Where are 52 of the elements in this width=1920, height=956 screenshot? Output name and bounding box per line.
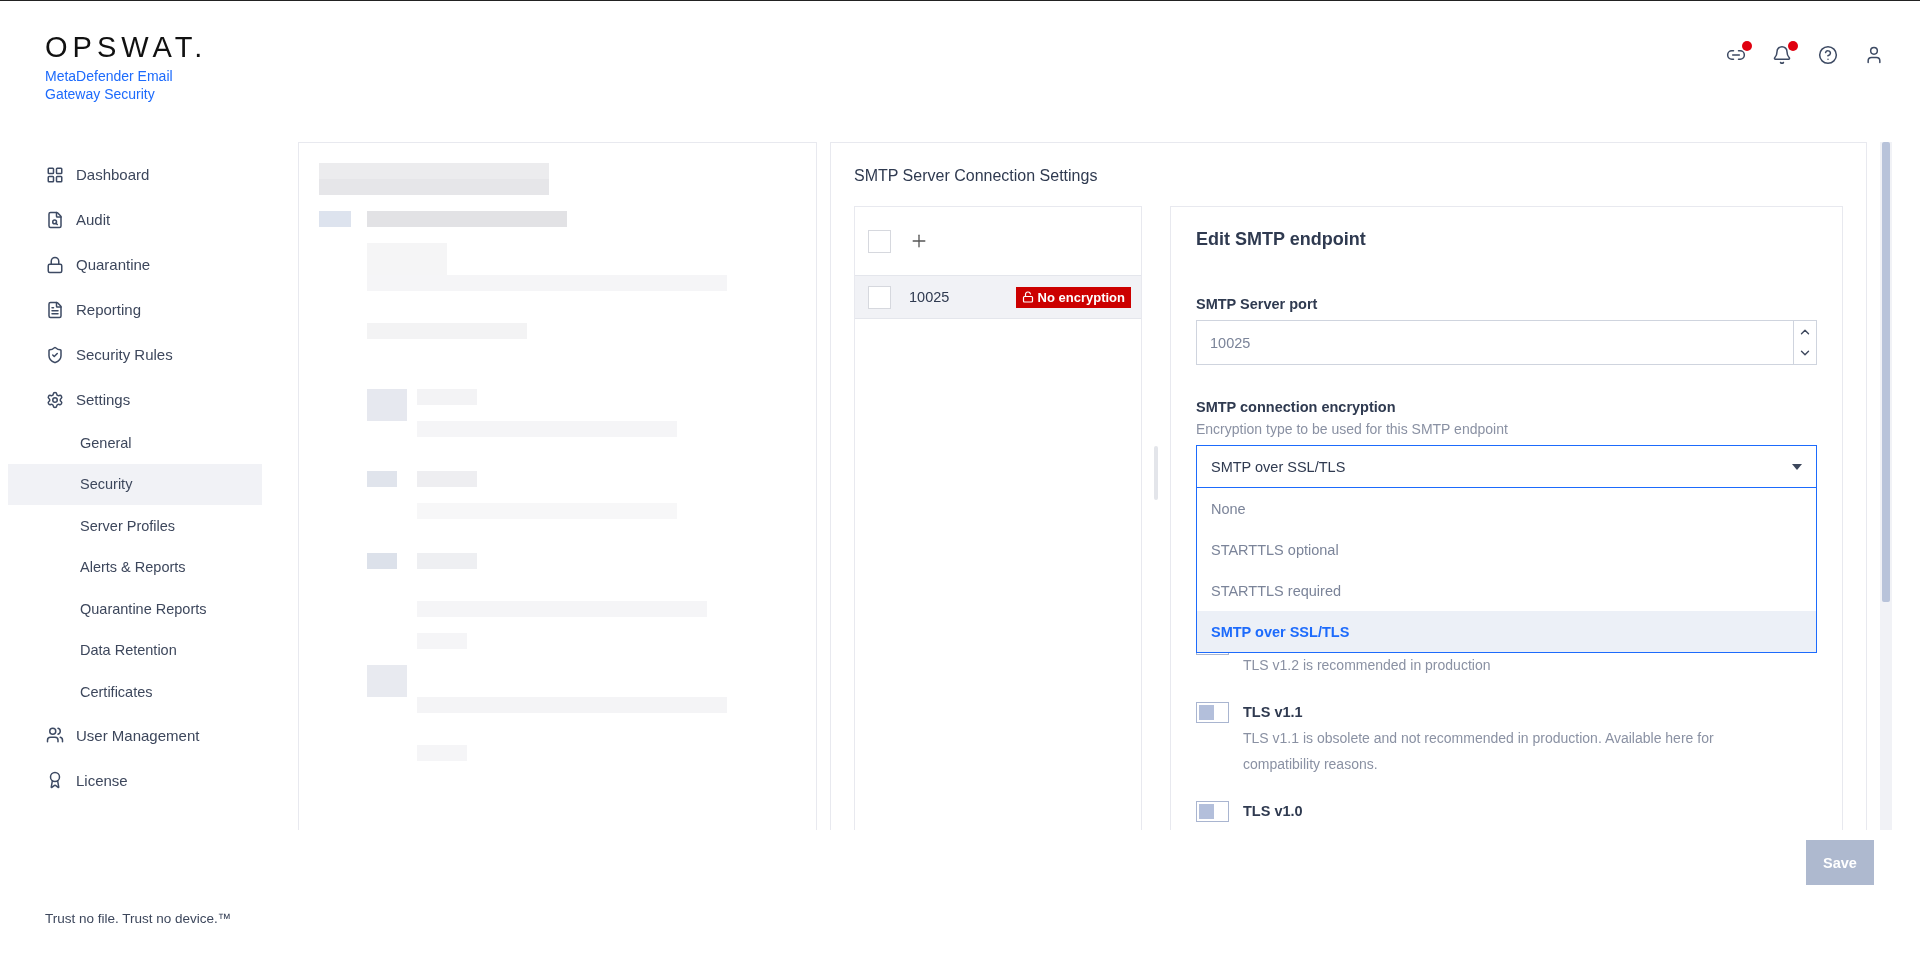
- field-hint: Encryption type to be used for this SMTP endpoint: [1196, 421, 1509, 437]
- port-number: 10025: [909, 289, 951, 305]
- sidebar-subitem[interactable]: Certificates: [8, 671, 262, 713]
- select-all-checkbox[interactable]: [868, 229, 891, 253]
- sidebar-item[interactable]: User Management: [8, 712, 270, 758]
- dropdown-option[interactable]: SMTP over SSL/TLS: [1197, 611, 1816, 652]
- logo: OPSWAT.: [45, 31, 205, 63]
- option-description: TLS v1.2 is recommended in production: [1243, 656, 1491, 675]
- grid-icon: [46, 165, 64, 184]
- shield-check-icon: [46, 345, 64, 364]
- notification-dot: [1742, 41, 1752, 51]
- help-button[interactable]: [1816, 43, 1840, 67]
- user-icon: [1864, 45, 1884, 65]
- bell-icon: [1772, 45, 1792, 65]
- document-icon: [46, 300, 64, 319]
- sidebar-subitem[interactable]: Quarantine Reports: [8, 588, 262, 630]
- row-checkbox[interactable]: [868, 285, 891, 309]
- document-search-icon: [46, 210, 64, 229]
- sidebar-item[interactable]: Quarantine: [8, 242, 270, 287]
- product-name: MetaDefender Email Gateway Security: [45, 67, 174, 103]
- users-icon: [46, 726, 64, 744]
- sidebar-item[interactable]: Security Rules: [8, 332, 270, 377]
- sidebar-subitem[interactable]: Server Profiles: [8, 505, 262, 547]
- sidebar-subitem[interactable]: Data Retention: [8, 629, 262, 671]
- sidebar-item[interactable]: Settings: [8, 377, 270, 422]
- toggle-switch[interactable]: [1196, 702, 1229, 723]
- sidebar-subitem[interactable]: Alerts & Reports: [8, 546, 262, 588]
- option-description: TLS v1.1 is obsolete and not recommended in production. Available here for compatibility reasons.: [1243, 729, 1715, 774]
- port-field[interactable]: 10025: [1196, 320, 1793, 365]
- field-label: SMTP connection encryption: [1196, 399, 1397, 415]
- help-icon: [1818, 45, 1838, 65]
- sidebar-item[interactable]: Audit: [8, 197, 270, 242]
- encryption-select[interactable]: SMTP over SSL/TLS: [1196, 445, 1817, 488]
- caret-icon: [1792, 463, 1802, 470]
- settings-icon: [46, 390, 64, 409]
- option-label: TLS v1.0: [1243, 802, 1303, 821]
- sidebar-subitem[interactable]: Security: [8, 463, 262, 505]
- field-label: SMTP Server port: [1196, 296, 1319, 312]
- toggle-switch[interactable]: [1196, 801, 1229, 822]
- endpoint-row[interactable]: 10025 No encryption: [855, 275, 1141, 319]
- option-label: TLS v1.1: [1243, 703, 1304, 722]
- sidebar-subitem[interactable]: General: [8, 422, 262, 464]
- scrollbar[interactable]: [1880, 142, 1892, 830]
- editor-title: Edit SMTP endpoint: [1196, 229, 1367, 250]
- tagline: Trust no file. Trust no device.™: [44, 911, 233, 926]
- status-badge: No encryption: [1015, 286, 1131, 308]
- panel-title: SMTP Server Connection Settings: [854, 167, 1099, 185]
- lock-icon: [46, 255, 64, 274]
- notification-dot: [1788, 41, 1798, 51]
- sidebar-item[interactable]: Reporting: [8, 287, 270, 332]
- sidebar-item[interactable]: Dashboard: [8, 152, 270, 197]
- sidebar-item[interactable]: License: [8, 757, 270, 803]
